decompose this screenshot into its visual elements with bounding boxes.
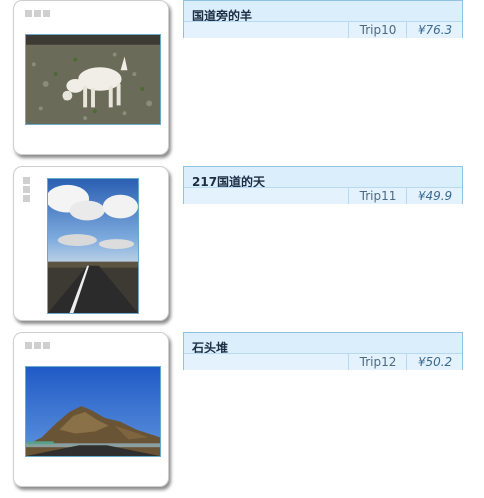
item-info-panel[interactable]: 国道旁的羊 Trip10 ¥76.3 — [183, 0, 463, 38]
drag-handle-icon[interactable] — [25, 342, 50, 349]
goat-photo[interactable] — [25, 34, 161, 125]
list-item[interactable]: 国道旁的羊 Trip10 ¥76.3 — [0, 0, 484, 166]
list-item[interactable]: 石头堆 Trip12 ¥50.2 — [0, 332, 484, 498]
drag-handle-icon[interactable] — [25, 10, 50, 17]
drag-handle-icon[interactable] — [23, 177, 30, 202]
item-info-panel[interactable]: 217国道的天 Trip11 ¥49.9 — [183, 166, 463, 204]
rock-hill-photo[interactable] — [25, 366, 161, 457]
item-info-panel[interactable]: 石头堆 Trip12 ¥50.2 — [183, 332, 463, 370]
trip-label: Trip10 — [348, 22, 407, 38]
trip-label: Trip12 — [348, 354, 407, 370]
item-meta: Trip11 ¥49.9 — [184, 187, 462, 204]
item-meta: Trip10 ¥76.3 — [184, 21, 462, 38]
price-label: ¥50.2 — [406, 354, 463, 370]
road-photo[interactable] — [47, 178, 139, 314]
list-item[interactable]: 217国道的天 Trip11 ¥49.9 — [0, 166, 484, 332]
price-label: ¥49.9 — [406, 188, 463, 204]
thumbnail-card[interactable] — [13, 332, 169, 487]
item-meta: Trip12 ¥50.2 — [184, 353, 462, 370]
thumbnail-card[interactable] — [13, 0, 169, 155]
price-label: ¥76.3 — [406, 22, 463, 38]
trip-label: Trip11 — [348, 188, 407, 204]
thumbnail-card[interactable] — [13, 166, 169, 321]
